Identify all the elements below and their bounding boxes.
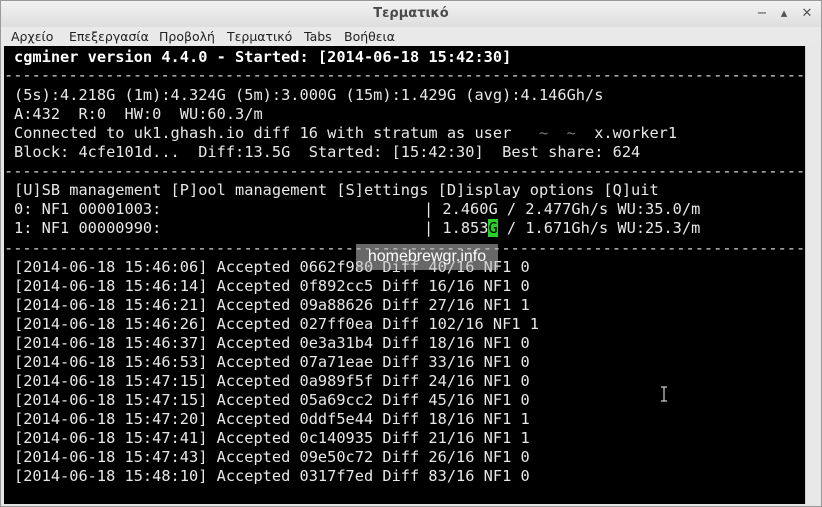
log-line: [2014-06-18 15:46:26] Accepted 027ff0ea … xyxy=(14,315,539,333)
menu-file[interactable]: Αρχείο xyxy=(11,29,53,44)
worker-name: x.worker1 xyxy=(594,124,678,142)
text-cursor-icon xyxy=(661,386,667,402)
connection-line: Connected to uk1.ghash.io diff 16 with s… xyxy=(14,124,677,143)
separator-line: ----------------------------------------… xyxy=(4,162,805,180)
log-line: [2014-06-18 15:47:20] Accepted 0ddf5e44 … xyxy=(14,410,530,428)
log-line: [2014-06-18 15:47:41] Accepted 0c140935 … xyxy=(14,429,530,447)
device-stats-suffix: / 1.671Gh/s WU:25.3/m xyxy=(497,219,701,237)
menu-tabs[interactable]: Tabs xyxy=(304,29,332,44)
log-line: [2014-06-18 15:46:21] Accepted 09a88626 … xyxy=(14,296,530,314)
separator-line: ----------------------------------------… xyxy=(4,66,805,84)
hashrate-line: (5s):4.218G (1m):4.324G (5m):3.000G (15m… xyxy=(14,86,604,104)
watermark: homebrewgr.info xyxy=(356,244,498,270)
menu-options-line: [U]SB management [P]ool management [S]et… xyxy=(14,181,659,199)
device-label: 1: NF1 00000990: xyxy=(14,219,162,237)
device-stats-prefix: | 1.853 xyxy=(424,219,489,237)
log-line: [2014-06-18 15:46:14] Accepted 0f892cc5 … xyxy=(14,277,530,295)
menu-help[interactable]: Βοήθεια xyxy=(344,29,395,44)
maximize-button[interactable]: ▴ xyxy=(775,5,793,23)
device-stats: | 2.460G / 2.477Gh/s WU:35.0/m xyxy=(424,200,701,218)
log-line: [2014-06-18 15:47:43] Accepted 09e50c72 … xyxy=(14,448,530,466)
block-line: Block: 4cfe101d... Diff:13.5G Started: [… xyxy=(14,143,641,161)
connection-text: Connected to uk1.ghash.io diff 16 with s… xyxy=(14,124,521,142)
log-line: [2014-06-18 15:47:15] Accepted 05a69cc2 … xyxy=(14,391,530,409)
title-bar[interactable]: Τερματικό − ▴ ✕ xyxy=(1,1,821,28)
menu-bar: Αρχείο Επεξεργασία Προβολή Τερματικό Tab… xyxy=(1,27,821,46)
minimize-button[interactable]: − xyxy=(753,5,771,23)
log-line: [2014-06-18 15:46:37] Accepted 0e3a31b4 … xyxy=(14,334,530,352)
close-button[interactable]: ✕ xyxy=(798,5,816,23)
window-title: Τερματικό xyxy=(373,6,449,21)
counters-line: A:432 R:0 HW:0 WU:60.3/m xyxy=(14,105,263,123)
menu-terminal[interactable]: Τερματικό xyxy=(227,29,292,44)
menu-view[interactable]: Προβολή xyxy=(159,29,215,44)
device-label: 0: NF1 00001003: xyxy=(14,200,162,218)
device-stats: | 1.853G / 1.671Gh/s WU:25.3/m xyxy=(424,219,700,238)
redacted-username: ~ ~ xyxy=(520,124,595,142)
terminal-window: Τερματικό − ▴ ✕ Αρχείο Επεξεργασία Προβο… xyxy=(0,0,822,507)
terminal-cursor: G xyxy=(488,219,498,237)
cgminer-header: cgminer version 4.4.0 - Started: [2014-0… xyxy=(14,48,512,66)
log-line: [2014-06-18 15:47:15] Accepted 0a989f5f … xyxy=(14,372,530,390)
log-line: [2014-06-18 15:48:10] Accepted 0317f7ed … xyxy=(14,467,530,485)
vertical-scrollbar[interactable] xyxy=(805,46,820,504)
log-line: [2014-06-18 15:46:53] Accepted 07a71eae … xyxy=(14,353,530,371)
terminal-output[interactable]: cgminer version 4.4.0 - Started: [2014-0… xyxy=(4,46,805,504)
device-row: 1: NF1 00000990: | 1.853G / 1.671Gh/s WU:… xyxy=(14,219,700,238)
menu-edit[interactable]: Επεξεργασία xyxy=(69,29,149,44)
device-row: 0: NF1 00001003: | 2.460G / 2.477Gh/s WU:… xyxy=(14,200,700,219)
